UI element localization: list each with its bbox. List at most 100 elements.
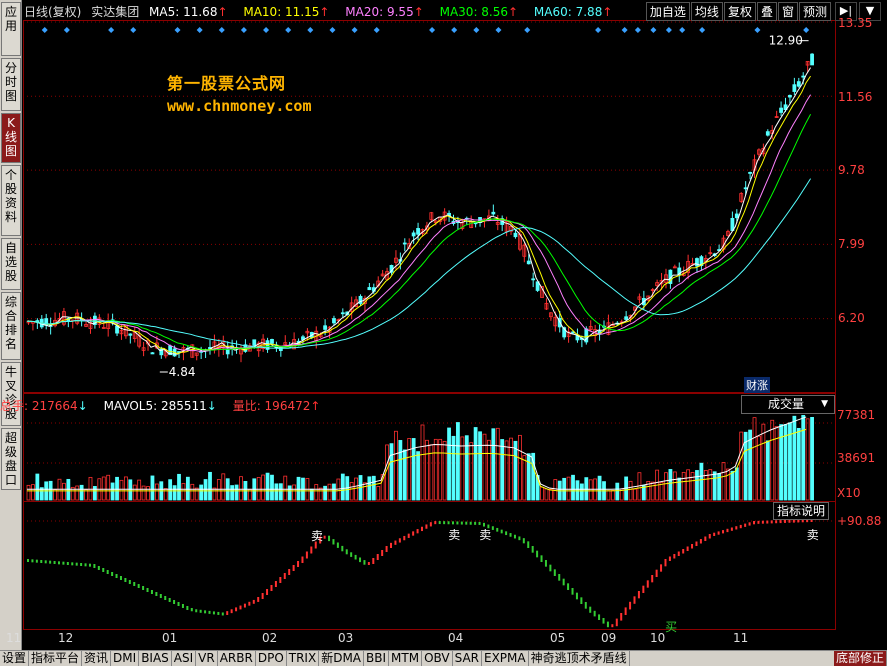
bottom-tab[interactable]: ASI	[172, 651, 197, 666]
low-price-label: 4.84	[169, 365, 196, 379]
indicator-dot	[527, 541, 530, 548]
indicator-dot	[553, 569, 556, 576]
candle-body	[779, 107, 783, 113]
indicator-dot	[62, 561, 65, 565]
volume-bar	[194, 487, 199, 501]
indicator-dot	[226, 611, 229, 615]
ma30-item: MA30: 8.56↑	[440, 5, 524, 19]
signal-diamond	[285, 27, 292, 33]
bottom-tab[interactable]: BIAS	[139, 651, 172, 666]
candle-body	[748, 172, 752, 174]
signal-diamond	[621, 27, 628, 33]
sidebar-tab-5[interactable]: 综合排名	[1, 292, 21, 360]
signal-diamond	[41, 27, 48, 33]
bottom-tab[interactable]: 神奇逃顶术矛盾线	[529, 651, 630, 666]
volume-bar	[739, 431, 744, 501]
candle-body	[734, 213, 739, 219]
volume-bar	[292, 484, 297, 501]
bottom-tab[interactable]: 资讯	[82, 651, 112, 666]
bottom-tab[interactable]: DPO	[256, 651, 287, 666]
bottom-tab[interactable]: ARBR	[218, 651, 256, 666]
signal-diamond	[307, 27, 314, 33]
indicator-dot	[602, 618, 605, 624]
volume-bar	[513, 440, 518, 501]
volume-bar	[504, 440, 509, 501]
volume-bar	[801, 414, 806, 501]
bottom-tab[interactable]: 底部修正	[833, 651, 887, 666]
indicator-dot	[469, 521, 472, 525]
date-axis: 11 12 01 02 03 04 05 09 10 11	[0, 631, 864, 647]
volume-bar	[796, 427, 801, 501]
bottom-tab[interactable]: SAR	[453, 651, 482, 666]
volume-bar	[433, 438, 438, 501]
date-tick: 03	[338, 631, 354, 645]
volume-bar	[146, 486, 150, 501]
volume-bar	[88, 476, 93, 501]
indicator-dot	[779, 520, 782, 524]
volume-bar	[106, 474, 111, 501]
candle-body	[796, 81, 801, 87]
indicator-dot	[505, 531, 508, 536]
indicator-dot	[664, 559, 667, 567]
indicator-dot	[708, 534, 711, 539]
indicator-dot	[230, 609, 233, 614]
volume-bar	[544, 488, 549, 501]
volume-ratio-label: 量比: 196472	[232, 399, 311, 413]
sidebar-tab-3[interactable]: 个股资料	[1, 165, 21, 236]
adjust-button[interactable]: 复权	[723, 2, 756, 21]
add-favorite-button[interactable]: 加自选	[645, 2, 690, 21]
ma5-line	[26, 67, 811, 355]
indicator-dot	[434, 521, 437, 525]
signal-diamond	[754, 27, 761, 33]
indicator-dot	[288, 569, 291, 575]
forecast-button[interactable]: 预测	[798, 2, 831, 21]
indicator-dot	[726, 528, 729, 533]
volume-bar	[690, 472, 695, 501]
chart-area[interactable]: 12.90 4.84 卖卖卖卖买	[23, 0, 887, 650]
bottom-tab[interactable]: 设置	[0, 651, 30, 666]
sidebar-tab-1[interactable]: 分时图	[1, 58, 21, 111]
volume-bar	[230, 485, 235, 501]
window-button[interactable]: 窗	[777, 2, 798, 21]
volume-bar	[517, 434, 522, 501]
indicator-dot	[451, 521, 454, 525]
bottom-tab[interactable]: 指标平台	[29, 651, 83, 666]
bottom-tab[interactable]: DMI	[111, 651, 140, 666]
sidebar-tab-7[interactable]: 超级盘口	[1, 428, 21, 490]
watermark-url: www.chnmoney.com	[167, 97, 312, 115]
bottom-tab[interactable]: VR	[196, 651, 218, 666]
volume-bar	[779, 424, 783, 501]
volume-bar	[296, 476, 301, 501]
volume-bar	[579, 483, 584, 501]
bottom-tab[interactable]: 新DMA	[319, 651, 365, 666]
volume-bar	[456, 422, 460, 501]
volume-bar	[332, 483, 336, 501]
signal-diamond	[595, 27, 602, 33]
bottom-tab[interactable]: TRIX	[287, 651, 320, 666]
date-tick: 04	[448, 631, 464, 645]
bottom-tab[interactable]: MTM	[389, 651, 423, 666]
bottom-tab[interactable]: EXPMA	[482, 651, 529, 666]
indicator-dot	[558, 574, 561, 581]
indicator-dot	[102, 568, 105, 572]
financial-report-badge[interactable]: 财涨	[744, 377, 770, 393]
ma-button[interactable]: 均线	[690, 2, 723, 21]
indicator-dot	[792, 519, 795, 523]
ma5-item: MA5: 11.68↑	[149, 5, 233, 19]
volume-bar	[668, 469, 673, 501]
sidebar-tab-2[interactable]: K线图	[1, 113, 21, 163]
candle-body	[792, 84, 797, 92]
bottom-tab[interactable]: OBV	[422, 651, 453, 666]
sidebar-tab-6[interactable]: 牛叉诊股	[1, 362, 21, 426]
sidebar-tab-0[interactable]: 应用	[1, 2, 21, 56]
indicator-help-button[interactable]: 指标说明	[773, 502, 830, 520]
indicator-dot	[49, 560, 52, 564]
sidebar-tab-4[interactable]: 自选股	[1, 238, 21, 290]
indicator-dot	[722, 530, 725, 534]
candle-body	[402, 242, 407, 245]
overlay-button[interactable]: 叠	[756, 2, 777, 21]
indicator-dot	[403, 535, 406, 541]
kline-chart[interactable]: 12.904.84卖卖卖卖买	[23, 0, 887, 650]
bottom-tab[interactable]: BBI	[364, 651, 390, 666]
volume-indicator-select[interactable]: 成交量 ▼	[741, 395, 835, 414]
